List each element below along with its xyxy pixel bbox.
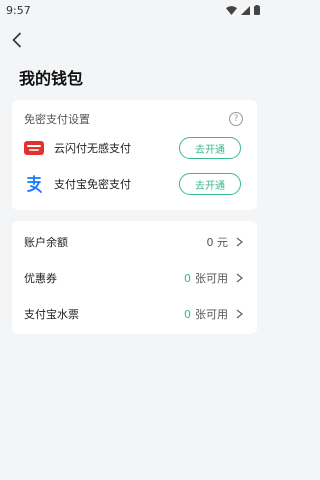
alipay-tickets-suffix: 张可用 [195,308,228,321]
alipay-tickets-count: 0 [184,307,191,321]
alipay-icon [24,174,44,194]
payment-settings-title: 免密支付设置 [24,113,90,126]
balance-value: 0 元 [206,236,229,249]
unionpay-label: 云闪付无感支付 [54,142,131,155]
nav-bar [0,20,269,60]
chevron-right-icon [236,309,243,319]
balance-row[interactable]: 账户余额 0 元 [12,224,257,260]
page-title: 我的钱包 [19,69,84,88]
status-time: 9:57 [6,3,31,17]
alipay-open-button[interactable]: 去开通 [179,173,241,195]
payment-settings-card: 免密支付设置 ? 云闪付无感支付 去开通 支付宝免密支付 去开通 [12,100,257,210]
coupons-suffix: 张可用 [195,272,228,285]
battery-icon [254,5,260,15]
back-button[interactable] [12,29,30,51]
unionpay-row: 云闪付无感支付 去开通 [12,130,257,166]
coupons-label: 优惠券 [24,272,57,285]
alipay-tickets-row[interactable]: 支付宝水票 0 张可用 [12,296,257,332]
coupons-count: 0 [184,271,191,285]
chevron-left-icon [12,32,22,48]
chevron-right-icon [236,237,243,247]
unionpay-open-button[interactable]: 去开通 [179,137,241,159]
signal-icon [241,5,250,15]
alipay-label: 支付宝免密支付 [54,178,131,191]
chevron-right-icon [236,273,243,283]
balance-label: 账户余额 [24,236,68,249]
wifi-icon [226,5,237,15]
alipay-tickets-label: 支付宝水票 [24,308,79,321]
status-bar: 9:57 [0,0,269,20]
wallet-items-card: 账户余额 0 元 优惠券 0 张可用 支付宝水票 0 张可用 [12,221,257,334]
coupons-row[interactable]: 优惠券 0 张可用 [12,260,257,296]
help-icon[interactable]: ? [229,112,243,126]
payment-settings-header: 免密支付设置 ? [12,108,257,130]
status-icons [226,5,260,15]
unionpay-icon [24,138,44,158]
alipay-row: 支付宝免密支付 去开通 [12,166,257,202]
